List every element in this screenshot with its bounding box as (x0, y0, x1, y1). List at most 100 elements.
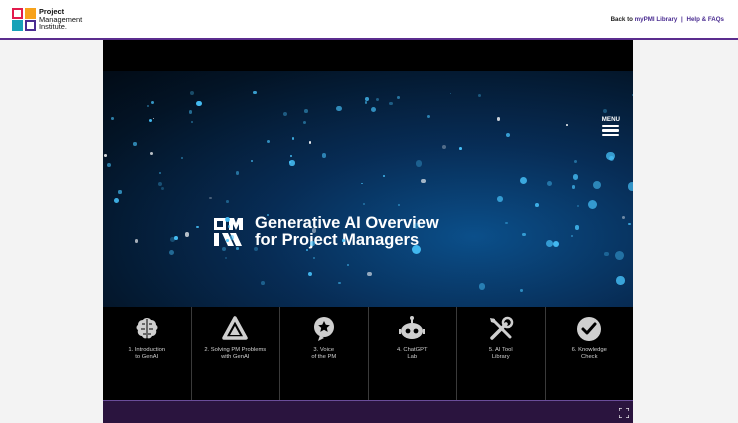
bokeh-particle (188, 109, 193, 114)
bokeh-particle (593, 180, 602, 190)
bokeh-particle (552, 241, 559, 248)
module-nav: 1. Introduction to GenAI 2. Solving PM P… (103, 307, 633, 400)
bokeh-particle (133, 142, 137, 146)
link-separator: | (681, 16, 683, 23)
bokeh-particle (180, 156, 183, 159)
bokeh-particle (614, 250, 624, 260)
bokeh-particle (547, 181, 553, 187)
nav-item-solving-pm[interactable]: 2. Solving PM Problems with GenAI (190, 307, 280, 400)
fullscreen-icon[interactable] (619, 408, 629, 418)
bokeh-particle (110, 116, 114, 120)
nav-item-ai-tool-library[interactable]: 5. AI Tool Library (456, 307, 545, 400)
player-controls-bar (103, 400, 633, 423)
nav-item-intro-genai[interactable]: 1. Introduction to GenAI (103, 307, 191, 400)
header-links: Back to myPMI Library | Help & FAQs (611, 16, 724, 23)
triangle-logo-icon (222, 316, 248, 340)
nav-label-5: 5. AI Tool Library (488, 347, 513, 360)
menu-label: MENU (601, 116, 620, 123)
nav-item-chatgpt-lab[interactable]: 4. ChatGPT Lab (367, 307, 457, 400)
bokeh-particle (411, 245, 422, 255)
bokeh-particle (505, 132, 511, 137)
bokeh-particle (364, 101, 368, 105)
bokeh-particle (267, 214, 269, 216)
bokeh-particle (150, 100, 154, 104)
bokeh-particle (157, 181, 163, 187)
bokeh-particle (375, 98, 379, 102)
bokeh-particle (224, 257, 227, 260)
bokeh-particle (311, 228, 317, 233)
bokeh-particle (382, 175, 385, 178)
site-header: Project Management Institute. Back to my… (0, 0, 738, 40)
nav-item-knowledge-check[interactable]: 6. Knowledge Check (544, 307, 634, 400)
nav-label-4: 4. ChatGPT Lab (396, 347, 428, 360)
bokeh-particle (283, 111, 288, 117)
bokeh-particle (146, 104, 150, 107)
pmi-logo[interactable]: Project Management Institute. (12, 8, 82, 31)
bokeh-particle (310, 241, 316, 246)
mypmi-library-link[interactable]: myPMI Library (635, 16, 678, 23)
bokeh-particle (209, 196, 212, 200)
back-to-label: Back to (610, 16, 633, 23)
nav-label-2: 2. Solving PM Problems with GenAI (204, 347, 267, 360)
bokeh-particle (570, 235, 573, 238)
bokeh-particle (250, 160, 254, 163)
bokeh-particle (106, 162, 111, 167)
bokeh-particle (362, 203, 365, 206)
bokeh-particle (575, 225, 580, 230)
bokeh-particle (321, 153, 327, 159)
bokeh-particle (606, 151, 615, 161)
bokeh-particle (371, 106, 377, 112)
bokeh-particle (149, 152, 153, 156)
bokeh-particle (253, 247, 258, 252)
help-faqs-link[interactable]: Help & FAQs (687, 16, 724, 23)
bokeh-particle (627, 222, 631, 226)
bokeh-particle (521, 232, 526, 237)
bokeh-particle (389, 101, 393, 105)
bokeh-particle (235, 171, 240, 175)
bokeh-particle (195, 225, 199, 229)
bokeh-particle (149, 119, 153, 123)
bokeh-particle (169, 249, 175, 255)
course-title: Generative AI Overview for Project Manag… (212, 215, 439, 249)
bokeh-particle (572, 174, 579, 180)
nav-item-voice-pm[interactable]: 3. Voice of the PM (279, 307, 368, 400)
bokeh-particle (496, 117, 501, 122)
tools-icon (489, 316, 513, 340)
bokeh-particle (534, 203, 539, 208)
bokeh-particle (545, 240, 553, 248)
pmi-logo-icon (12, 8, 36, 31)
robot-icon (399, 316, 426, 339)
bokeh-particle (566, 124, 568, 126)
bokeh-particle (426, 114, 431, 119)
logo-wordmark: Project Management Institute. (39, 8, 82, 31)
bokeh-particle (571, 185, 575, 189)
bokeh-particle (520, 289, 523, 292)
bokeh-particle (289, 155, 293, 158)
bokeh-particle (261, 280, 266, 285)
bokeh-particle (160, 186, 164, 190)
bokeh-particle (135, 239, 139, 243)
bokeh-particle (396, 95, 400, 99)
star-badge-icon (313, 317, 334, 341)
bokeh-particle (441, 144, 447, 149)
bokeh-particle (627, 182, 633, 191)
menu-button[interactable]: MENU (602, 116, 620, 136)
bokeh-particle (226, 200, 230, 204)
bokeh-particle (303, 120, 307, 124)
bokeh-particle (114, 198, 119, 204)
bokeh-particle (347, 264, 349, 267)
bokeh-particle (602, 108, 608, 114)
course-title-line-1: Generative AI Overview (255, 214, 439, 232)
bokeh-particle (449, 92, 452, 95)
bokeh-particle (621, 215, 626, 219)
bokeh-particle (289, 160, 295, 166)
bokeh-particle (459, 147, 462, 151)
hamburger-icon (602, 125, 620, 136)
bokeh-particle (415, 160, 423, 167)
bokeh-particle (616, 276, 625, 285)
bokeh-particle (478, 283, 486, 290)
bokeh-particle (307, 272, 312, 277)
bokeh-particle (291, 137, 295, 140)
nav-label-6: 6. Knowledge Check (571, 347, 607, 360)
bokeh-particle (413, 223, 420, 229)
